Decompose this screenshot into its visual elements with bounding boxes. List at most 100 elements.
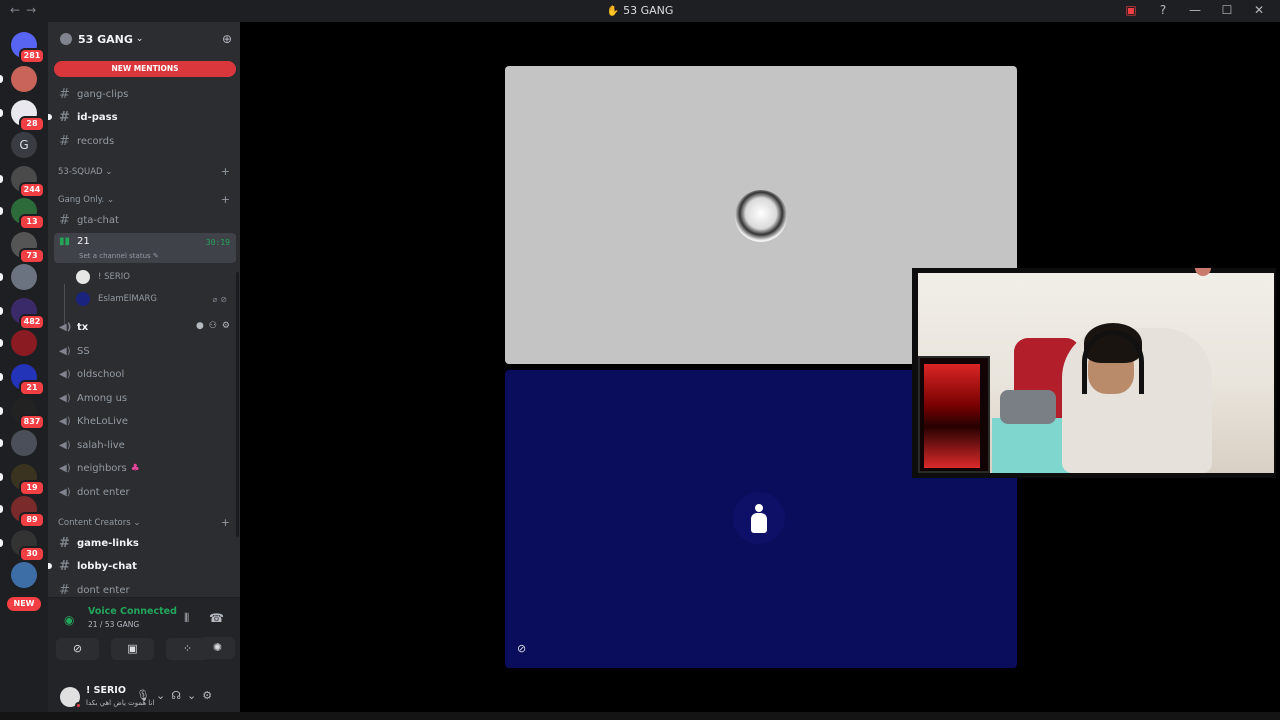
title-bar: ←→ ✋ 53 GANG ▣ ? — ☐ ✕ bbox=[0, 0, 1280, 22]
server-icon[interactable]: 244 bbox=[0, 166, 45, 198]
server-icon[interactable]: G bbox=[11, 132, 37, 158]
server-icon[interactable]: 30 bbox=[0, 530, 45, 562]
chevron-down-icon[interactable]: ⌄ bbox=[156, 689, 165, 702]
voice-location[interactable]: 21 / 53 GANG bbox=[88, 620, 139, 629]
channel-records[interactable]: # records bbox=[54, 130, 236, 152]
mention-badge: 281 bbox=[19, 48, 45, 64]
voice-timer: 30:19 bbox=[205, 238, 230, 247]
sidebar-scrollbar[interactable] bbox=[236, 272, 239, 537]
maximize-button[interactable]: ☐ bbox=[1220, 3, 1234, 17]
create-channel-icon[interactable]: + bbox=[221, 516, 230, 529]
invite-icon[interactable]: ⚇ bbox=[209, 321, 217, 331]
screen-share-icon: ▣ bbox=[127, 642, 138, 655]
soundboard-button[interactable]: ✺ bbox=[200, 637, 235, 659]
chat-bubble-icon[interactable]: ● bbox=[196, 321, 204, 331]
guild-header[interactable]: 53 GANG ⌄ ⊕ bbox=[48, 22, 240, 56]
invite-people-icon[interactable]: ⊕ bbox=[222, 32, 232, 46]
server-icon[interactable] bbox=[0, 330, 37, 356]
chevron-down-icon[interactable]: ⌄ bbox=[187, 689, 196, 702]
text-channel-icon: # bbox=[59, 109, 70, 125]
mention-badge: 837 bbox=[19, 414, 45, 430]
category-53-squad[interactable]: 53-SQUAD ⌄ + bbox=[58, 165, 234, 178]
gear-icon[interactable]: ⚙ bbox=[202, 689, 212, 702]
voice-channel-21-active[interactable]: ▮▮ 21 30:19 Set a channel status ✎ bbox=[54, 233, 236, 263]
mic-muted-icon: ⊘ bbox=[517, 642, 527, 655]
close-button[interactable]: ✕ bbox=[1252, 3, 1266, 17]
mention-badge: 13 bbox=[19, 214, 45, 230]
speaker-icon: ◀) bbox=[59, 415, 71, 427]
minimize-button[interactable]: — bbox=[1188, 3, 1202, 17]
server-icon[interactable] bbox=[0, 430, 37, 456]
pencil-icon: ✎ bbox=[152, 252, 159, 260]
server-icon[interactable] bbox=[0, 264, 37, 290]
voice-channel-among-us[interactable]: ◀) Among us bbox=[54, 387, 236, 409]
voice-channel-salah-live[interactable]: ◀) salah-live bbox=[54, 434, 236, 456]
server-boost-icon bbox=[60, 33, 72, 45]
channel-game-links[interactable]: # game-links bbox=[54, 532, 236, 554]
server-icon[interactable] bbox=[11, 562, 37, 588]
voice-channel-khelolive[interactable]: ◀) KheLoLive bbox=[54, 410, 236, 432]
text-channel-icon: # bbox=[59, 133, 70, 149]
server-icon[interactable]: 482 bbox=[0, 298, 45, 330]
category-gang-only[interactable]: Gang Only. ⌄ + bbox=[58, 193, 234, 206]
activities-icon: ⁘ bbox=[182, 642, 193, 655]
speaker-icon: ◀) bbox=[59, 486, 71, 498]
avatar[interactable] bbox=[60, 687, 82, 709]
user-name[interactable]: ! SERIO bbox=[86, 685, 126, 696]
microphone-icon[interactable]: 🎙 bbox=[136, 689, 150, 702]
voice-channel-dont-enter[interactable]: ◀) dont enter bbox=[54, 481, 236, 503]
voice-channel-ss[interactable]: ◀) SS bbox=[54, 340, 236, 362]
speaker-icon: ◀) bbox=[59, 392, 71, 404]
signal-icon[interactable]: ◉ bbox=[64, 613, 74, 627]
disconnect-icon[interactable]: ☎ bbox=[209, 611, 224, 625]
avatar bbox=[735, 190, 787, 242]
server-icon[interactable]: 89 bbox=[0, 496, 45, 528]
mention-badge: 482 bbox=[19, 314, 45, 330]
server-icon[interactable]: 13 bbox=[0, 198, 45, 230]
chevron-down-icon: ⌄ bbox=[105, 167, 113, 177]
voice-channel-neighbors[interactable]: ◀) neighbors ♣ bbox=[54, 457, 236, 479]
mention-badge: 73 bbox=[19, 248, 45, 264]
text-channel-icon: # bbox=[59, 582, 70, 598]
server-icon[interactable]: 28 bbox=[0, 100, 45, 132]
voice-user[interactable]: ! SERIO bbox=[76, 267, 236, 287]
new-unreads-pill[interactable]: NEW bbox=[7, 597, 41, 611]
channel-gang-clips[interactable]: # gang-clips bbox=[54, 83, 236, 105]
screen-share-button[interactable]: ▣ bbox=[111, 638, 154, 660]
inbox-icon[interactable]: ▣ bbox=[1124, 3, 1138, 17]
headphones-icon[interactable]: ☊ bbox=[171, 689, 181, 702]
server-icon[interactable]: 19 bbox=[0, 464, 45, 496]
channel-gta-chat[interactable]: # gta-chat bbox=[54, 209, 236, 231]
channel-id-pass[interactable]: # id-pass bbox=[48, 106, 236, 128]
server-icon[interactable]: 837 bbox=[0, 398, 45, 430]
window-title: ✋ 53 GANG bbox=[606, 4, 674, 17]
mention-badge: 21 bbox=[19, 380, 45, 396]
avatar bbox=[733, 492, 785, 544]
channel-lobby-chat[interactable]: # lobby-chat bbox=[48, 555, 236, 577]
speaker-icon: ◀) bbox=[59, 462, 71, 474]
server-icon[interactable]: 73 bbox=[11, 232, 45, 264]
webcam-overlay bbox=[912, 268, 1276, 478]
create-channel-icon[interactable]: + bbox=[221, 193, 230, 206]
server-hand-icon: ✋ bbox=[606, 6, 620, 17]
text-channel-icon: # bbox=[59, 212, 70, 228]
voice-user[interactable]: EslamElMARG ⌀⊘ bbox=[76, 289, 236, 309]
noise-suppression-icon[interactable]: ⦀ bbox=[184, 611, 189, 626]
chevron-down-icon: ⌄ bbox=[133, 518, 141, 528]
soundboard-icon: ✺ bbox=[212, 641, 223, 654]
home-button[interactable]: 281 bbox=[11, 32, 45, 64]
voice-channel-tx[interactable]: ◀) tx ● ⚇ ⚙ bbox=[54, 316, 236, 338]
voice-connected-label[interactable]: Voice Connected bbox=[88, 606, 177, 617]
camera-off-button[interactable]: ⊘ bbox=[56, 638, 99, 660]
server-icon[interactable] bbox=[0, 66, 37, 92]
gear-icon[interactable]: ⚙ bbox=[222, 321, 230, 331]
server-icon[interactable]: 21 bbox=[0, 364, 45, 396]
channel-status-prompt[interactable]: Set a channel status ✎ bbox=[79, 252, 159, 260]
category-content-creators[interactable]: Content Creators ⌄ + bbox=[58, 516, 234, 529]
mention-badge: 28 bbox=[19, 116, 45, 132]
new-mentions-button[interactable]: NEW MENTIONS bbox=[54, 61, 236, 77]
avatar bbox=[76, 292, 90, 306]
voice-channel-oldschool[interactable]: ◀) oldschool bbox=[54, 363, 236, 385]
help-icon[interactable]: ? bbox=[1156, 3, 1170, 17]
create-channel-icon[interactable]: + bbox=[221, 165, 230, 178]
